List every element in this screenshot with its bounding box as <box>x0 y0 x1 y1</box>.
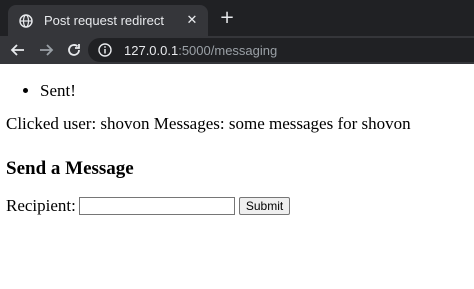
tab-strip: Post request redirect ✕ + <box>0 0 474 36</box>
message-form: Recipient: Submit <box>6 196 468 216</box>
forward-button[interactable] <box>34 38 58 62</box>
back-button[interactable] <box>6 38 30 62</box>
page-heading: Send a Message <box>6 158 134 179</box>
clicked-user-text: Clicked user: shovon Messages: some mess… <box>6 114 411 133</box>
page-content: Sent! Clicked user: shovon Messages: som… <box>0 78 474 216</box>
submit-button[interactable]: Submit <box>238 197 291 215</box>
url-host: 127.0.0.1 <box>124 42 179 58</box>
recipient-label: Recipient: <box>6 196 76 215</box>
url-path: :5000/messaging <box>178 42 278 58</box>
tab-title: Post request redirect <box>44 13 164 28</box>
address-bar[interactable]: 127.0.0.1:5000/messaging <box>88 38 474 62</box>
url-text: 127.0.0.1:5000/messaging <box>124 43 277 58</box>
flash-message: Sent! <box>40 78 468 104</box>
plus-icon[interactable]: + <box>218 9 236 27</box>
browser-chrome: Post request redirect ✕ + 127.0.0.1:5000… <box>0 0 474 64</box>
close-icon[interactable]: ✕ <box>184 12 200 28</box>
reload-icon <box>68 44 80 56</box>
arrow-left-icon <box>10 44 24 56</box>
reload-button[interactable] <box>62 38 86 62</box>
tab-active[interactable]: Post request redirect ✕ <box>8 5 208 36</box>
recipient-input[interactable] <box>78 197 235 215</box>
flash-list: Sent! <box>6 78 468 104</box>
info-icon[interactable] <box>98 43 112 57</box>
globe-icon <box>18 13 34 29</box>
toolbar: 127.0.0.1:5000/messaging <box>0 36 474 64</box>
arrow-right-icon <box>40 44 54 56</box>
